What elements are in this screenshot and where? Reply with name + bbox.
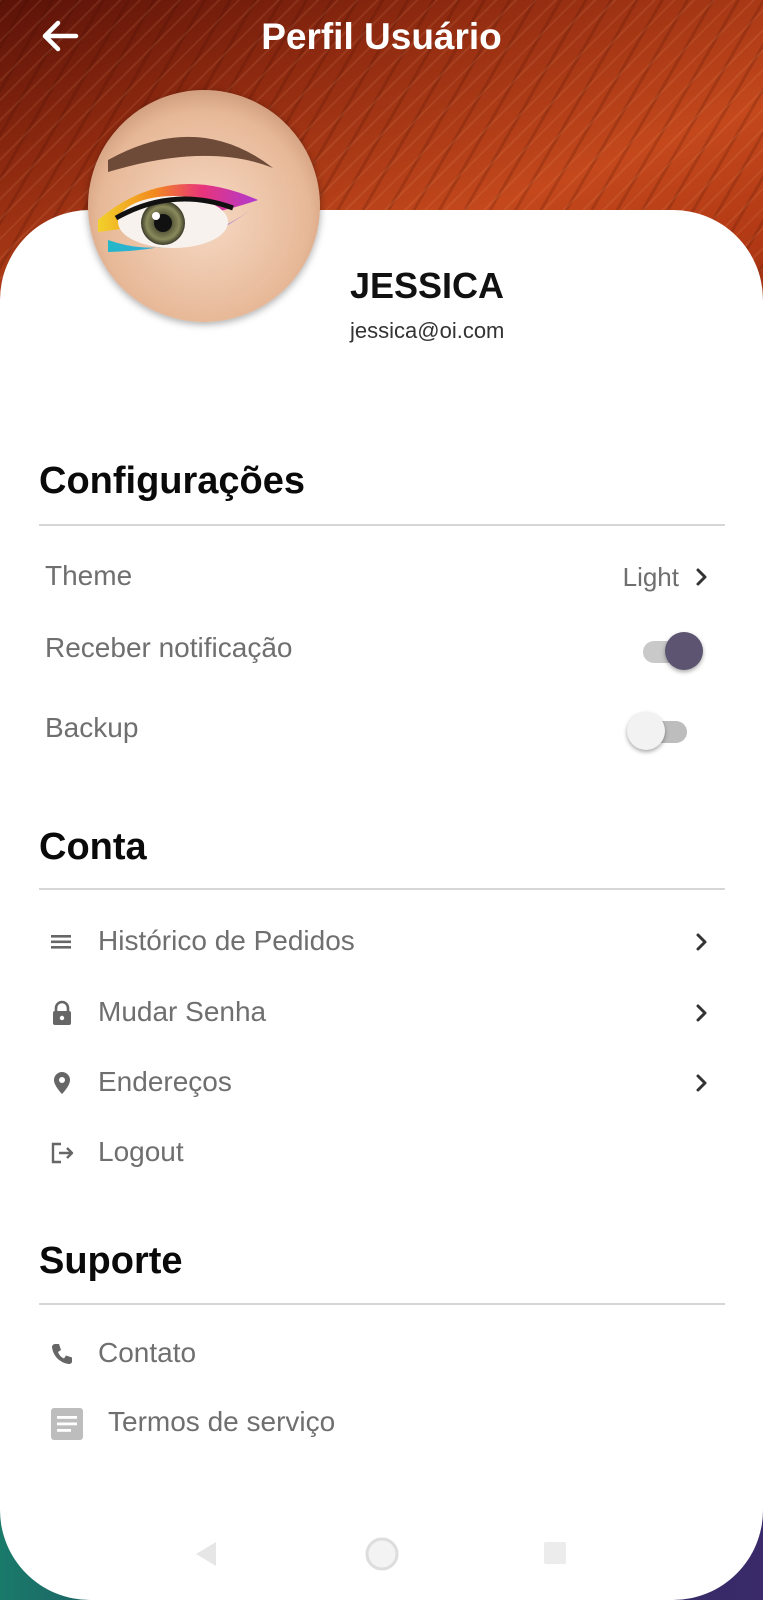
logout-icon [51,1142,74,1164]
order-history-row[interactable]: Histórico de Pedidos [39,913,725,973]
user-email: jessica@oi.com [350,318,505,343]
terms-row[interactable]: Termos de serviço [39,1394,725,1454]
avatar[interactable] [88,90,320,322]
terms-label: Termos de serviço [108,1406,336,1437]
divider [39,1303,725,1305]
addresses-row[interactable]: Endereços [39,1054,725,1114]
list-icon [51,935,71,949]
profile-card [0,210,763,1600]
nav-recents-icon[interactable] [541,1539,569,1567]
divider [39,888,725,890]
contact-row[interactable]: Contato [39,1325,725,1385]
nav-back-icon[interactable] [192,1539,220,1569]
chevron-right-icon [696,568,707,586]
page-title: Perfil Usuário [261,16,502,57]
section-title-settings: Configurações [39,460,306,502]
phone-icon [52,1344,72,1364]
backup-label: Backup [45,712,139,743]
divider [39,524,725,526]
theme-label: Theme [45,560,133,591]
chevron-right-icon [696,1074,707,1092]
logout-row[interactable]: Logout [39,1124,725,1184]
toggle-thumb [665,632,703,670]
section-title-account: Conta [39,826,147,868]
nav-home-icon[interactable] [363,1535,401,1573]
logout-label: Logout [98,1136,184,1167]
addresses-label: Endereços [98,1066,232,1097]
document-icon [51,1408,83,1440]
user-name: JESSICA [350,265,505,306]
contact-label: Contato [98,1337,197,1368]
system-navigation-bar [0,1525,763,1585]
location-pin-icon [54,1072,70,1094]
lock-icon [53,1000,71,1025]
theme-row[interactable]: Theme Light [39,548,725,608]
notifications-row: Receber notificação [39,620,725,680]
toggle-thumb [627,712,665,750]
theme-value: Light [622,562,679,592]
chevron-right-icon [696,1004,707,1022]
notifications-toggle[interactable] [641,632,703,670]
change-password-row[interactable]: Mudar Senha [39,984,725,1044]
avatar-eye-makeup-image [88,90,320,322]
change-password-label: Mudar Senha [98,996,267,1027]
chevron-right-icon [696,933,707,951]
order-history-label: Histórico de Pedidos [98,925,355,956]
backup-toggle[interactable] [627,712,689,750]
section-title-support: Suporte [39,1240,183,1282]
backup-row: Backup [39,700,725,760]
notifications-label: Receber notificação [45,632,293,663]
